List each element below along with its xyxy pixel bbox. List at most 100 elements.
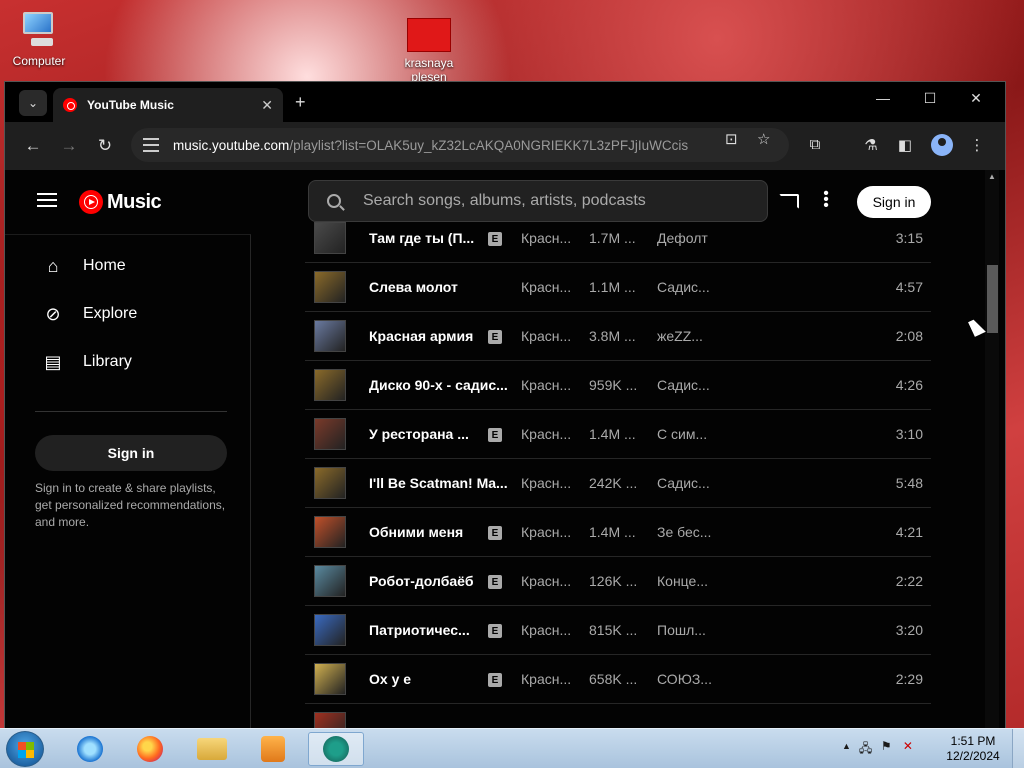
sidebar-sign-in-button[interactable]: Sign in (35, 435, 227, 471)
album-thumbnail[interactable] (314, 712, 346, 728)
track-plays: 815K ... (589, 622, 638, 638)
desktop-icon-computer[interactable]: Computer (4, 10, 74, 68)
hamburger-menu-icon[interactable] (37, 193, 57, 207)
install-app-icon[interactable]: ⊡ (725, 130, 738, 148)
bookmark-star-icon[interactable]: ☆ (757, 130, 770, 148)
track-album[interactable]: Дефолт (657, 230, 708, 246)
track-artist[interactable]: Красн... (521, 475, 571, 491)
extensions-icon[interactable]: ⧉ (805, 136, 825, 153)
track-album[interactable]: Зе бес... (657, 524, 711, 540)
track-row[interactable]: У ресторана ... Красн... 1.4M ... С сим... 3… (305, 410, 931, 459)
site-info-icon[interactable] (143, 138, 159, 152)
forward-icon[interactable]: → (59, 136, 79, 156)
album-thumbnail[interactable] (314, 418, 346, 450)
page-scrollbar[interactable]: ▲ (985, 170, 999, 728)
taskbar-app-media-player[interactable] (245, 732, 301, 766)
start-button[interactable] (6, 731, 44, 767)
track-album[interactable]: жеZZ... (657, 328, 703, 344)
taskbar-app-internet-explorer[interactable] (62, 732, 118, 766)
track-album[interactable]: Садис... (657, 475, 710, 491)
minimize-button[interactable]: — (873, 90, 893, 106)
taskbar-app-explorer[interactable] (184, 732, 240, 766)
back-icon[interactable]: ← (23, 136, 43, 156)
side-panel-icon[interactable]: ◧ (895, 136, 915, 154)
track-plays: 1.4M ... (589, 524, 636, 540)
track-title[interactable]: I'll Be Scatman! Ma... (369, 475, 509, 491)
track-row[interactable]: Обними меня Красн... 1.4M ... Зе бес... 4:21… (305, 508, 931, 557)
track-title[interactable]: Диско 90-х - садис... (369, 377, 509, 393)
album-thumbnail[interactable] (314, 467, 346, 499)
track-title[interactable]: Слева молот (369, 279, 509, 295)
tab-search-button[interactable]: ⌄ (19, 90, 47, 116)
track-album[interactable]: Садис... (657, 279, 710, 295)
taskbar-app-firefox[interactable] (122, 732, 178, 766)
active-app-icon (323, 736, 349, 762)
track-row[interactable]: Ох у е Красн... 658K ... СОЮЗ... 2:29 E (305, 655, 931, 704)
track-artist[interactable]: Красн... (521, 671, 571, 687)
youtube-music-page: Music Search songs, albums, artists, pod… (5, 170, 1005, 728)
track-row[interactable]: Патриотичес... Красн... 815K ... Пошл... 3:2… (305, 606, 931, 655)
show-hidden-icons-icon[interactable]: ▲ (842, 741, 851, 751)
clock-time: 1:51 PM (950, 734, 996, 748)
album-thumbnail[interactable] (314, 614, 346, 646)
tab-close-icon[interactable]: ✕ (261, 97, 273, 114)
album-thumbnail[interactable] (314, 271, 346, 303)
labs-icon[interactable]: ⚗ (861, 136, 881, 154)
network-icon[interactable]: 🖧 (859, 739, 873, 755)
track-row[interactable] (305, 704, 931, 728)
taskbar-clock[interactable]: 1:51 PM 12/2/2024 (938, 734, 1008, 764)
album-thumbnail[interactable] (314, 369, 346, 401)
track-artist[interactable]: Красн... (521, 426, 571, 442)
track-artist[interactable]: Красн... (521, 279, 571, 295)
show-desktop-button[interactable] (1012, 729, 1024, 768)
album-thumbnail[interactable] (314, 565, 346, 597)
track-album[interactable]: С сим... (657, 426, 707, 442)
taskbar-app-active[interactable] (308, 732, 364, 766)
album-thumbnail[interactable] (314, 320, 346, 352)
scrollbar-thumb[interactable] (987, 265, 998, 333)
ytm-logo[interactable]: Music (79, 190, 162, 214)
action-center-flag-icon[interactable]: ⚑ (881, 739, 895, 753)
track-row[interactable]: Слева молот Красн... 1.1M ... Садис... 4:57 (305, 263, 931, 312)
profile-icon[interactable] (931, 134, 953, 156)
track-plays: 242K ... (589, 475, 638, 491)
track-row[interactable]: I'll Be Scatman! Ma... Красн... 242K ... Са… (305, 459, 931, 508)
track-artist[interactable]: Красн... (521, 622, 571, 638)
track-album[interactable]: Садис... (657, 377, 710, 393)
track-artist[interactable]: Красн... (521, 328, 571, 344)
track-artist[interactable]: Красн... (521, 377, 571, 393)
track-artist[interactable]: Красн... (521, 524, 571, 540)
cast-icon[interactable] (779, 194, 799, 209)
album-thumbnail[interactable] (314, 516, 346, 548)
volume-muted-icon[interactable]: ✕ (903, 739, 917, 753)
sidebar-item-explore[interactable]: ⊘ Explore (41, 299, 137, 329)
sidebar-item-home[interactable]: ⌂ Home (41, 251, 126, 281)
track-row[interactable]: Красная армия Красн... 3.8M ... жеZZ... 2:08… (305, 312, 931, 361)
desktop-icon-folder[interactable]: krasnaya plesen (394, 18, 464, 84)
more-options-icon[interactable]: • • • (821, 186, 831, 214)
track-album[interactable]: Конце... (657, 573, 708, 589)
maximize-button[interactable]: ☐ (920, 90, 940, 107)
track-row[interactable]: Робот-долбаёб Красн... 126K ... Конце... 2:2… (305, 557, 931, 606)
track-artist[interactable]: Красн... (521, 230, 571, 246)
track-artist[interactable]: Красн... (521, 573, 571, 589)
track-row[interactable]: Диско 90-х - садис... Красн... 959K ... Сад… (305, 361, 931, 410)
track-duration: 4:26 (895, 377, 923, 393)
reload-icon[interactable]: ↻ (95, 136, 115, 156)
explicit-badge-icon: E (488, 232, 502, 246)
track-album[interactable]: Пошл... (657, 622, 706, 638)
sidebar-item-library[interactable]: ▤ Library (41, 347, 131, 377)
track-album[interactable]: СОЮЗ... (657, 671, 712, 687)
new-tab-button[interactable]: + (295, 92, 306, 113)
tab-youtube-music[interactable]: YouTube Music ✕ (53, 88, 283, 122)
album-thumbnail[interactable] (314, 663, 346, 695)
track-plays: 658K ... (589, 671, 638, 687)
track-duration: 3:15 (895, 230, 923, 246)
track-row[interactable]: Там где ты (П... Красн... 1.7M ... Дефолт 3:… (305, 214, 931, 263)
address-bar[interactable]: music.youtube.com/playlist?list=OLAK5uy_… (131, 128, 789, 162)
scroll-up-arrow-icon[interactable]: ▲ (988, 172, 996, 181)
media-player-icon (261, 736, 285, 762)
menu-icon[interactable]: ⋮ (967, 136, 987, 154)
album-thumbnail[interactable] (314, 222, 346, 254)
close-window-button[interactable]: ✕ (966, 90, 986, 107)
